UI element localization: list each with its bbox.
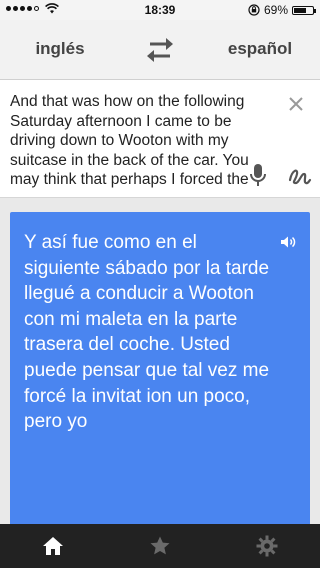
close-icon (289, 97, 303, 111)
translation-result-card[interactable]: Y así fue como en el siguiente sábado po… (10, 212, 310, 532)
microphone-icon[interactable] (248, 162, 268, 188)
battery-fill (294, 7, 306, 13)
speaker-icon[interactable] (280, 234, 296, 250)
source-text-input[interactable]: And that was how on the following Saturd… (10, 92, 272, 188)
battery-icon (292, 5, 316, 15)
status-bar: 18:39 69% (0, 0, 320, 20)
swap-languages-button[interactable] (140, 36, 180, 64)
translation-result-text: Y así fue como en el siguiente sábado po… (24, 232, 270, 433)
input-actions (240, 158, 320, 194)
tab-favorites[interactable] (107, 524, 214, 568)
app-screen: 18:39 69% inglés español And that was ho… (0, 0, 320, 568)
swap-arrows-icon (147, 38, 173, 62)
rotation-lock-icon (248, 4, 260, 16)
language-bar: inglés español (0, 20, 320, 80)
target-language-button[interactable]: español (200, 20, 320, 80)
tab-settings[interactable] (213, 524, 320, 568)
battery-percent: 69% (263, 3, 288, 17)
source-language-button[interactable]: inglés (0, 20, 120, 80)
tab-home[interactable] (0, 524, 107, 568)
status-right: 69% (248, 3, 316, 17)
home-icon (43, 537, 64, 555)
handwriting-icon[interactable] (286, 162, 312, 188)
star-icon (150, 536, 170, 555)
tab-bar (0, 524, 320, 568)
input-area[interactable]: And that was how on the following Saturd… (0, 80, 320, 198)
clear-input-button[interactable] (286, 94, 306, 114)
gear-icon (256, 535, 278, 557)
